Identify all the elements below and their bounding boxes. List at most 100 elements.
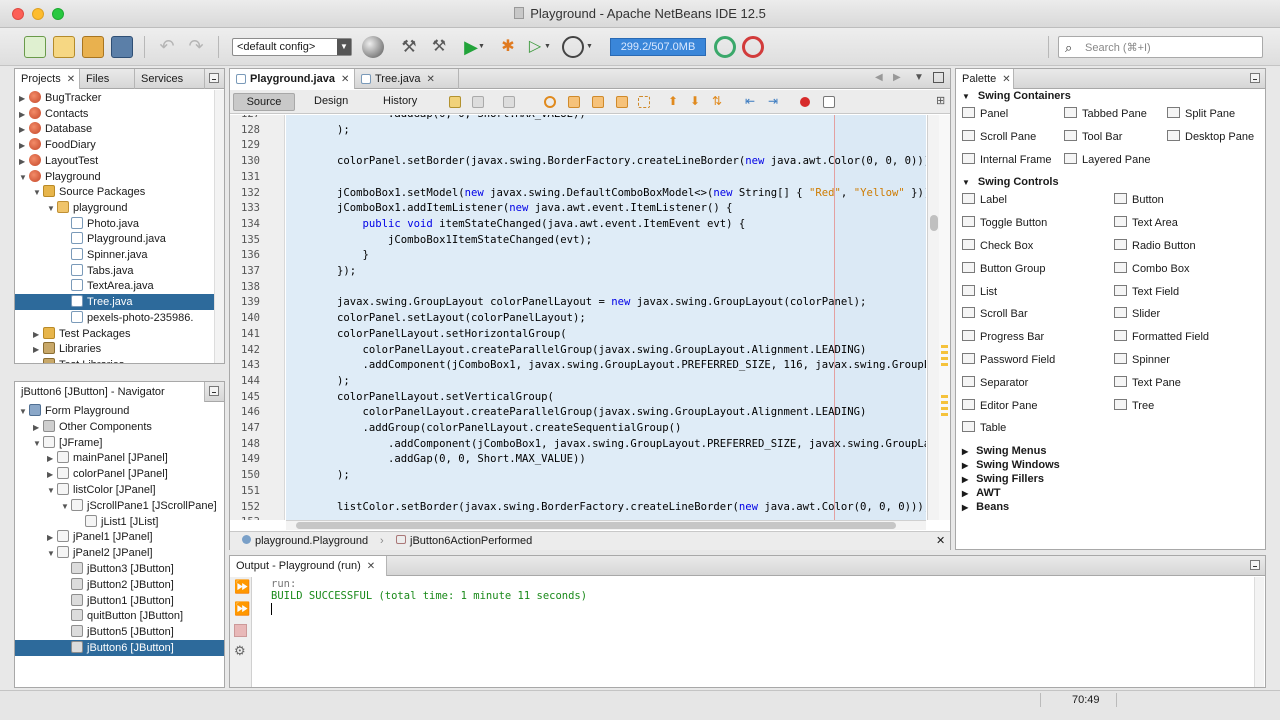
- stripe-mark[interactable]: [941, 357, 948, 360]
- error-stripe[interactable]: [939, 115, 950, 520]
- tree-item[interactable]: ▶ Other Components: [15, 419, 224, 435]
- tree-item[interactable]: Playground.java: [15, 231, 214, 247]
- tab-playground-java[interactable]: Playground.java ✕: [230, 69, 355, 89]
- breadcrumb-method[interactable]: jButton6ActionPerformed: [396, 535, 532, 547]
- expanded-triangle-icon[interactable]: ▼: [962, 92, 970, 101]
- palette-item[interactable]: Tool Bar: [1064, 129, 1122, 145]
- chevron-down-icon[interactable]: ▼: [478, 36, 488, 58]
- collapsed-triangle-icon[interactable]: ▶: [47, 530, 57, 546]
- tree-item[interactable]: ▶ FoodDiary: [15, 137, 214, 153]
- configuration-select[interactable]: <default config> ▼: [232, 38, 352, 56]
- expanded-triangle-icon[interactable]: ▼: [47, 201, 57, 217]
- palette-item[interactable]: Separator: [962, 375, 1028, 391]
- toggle-highlight-icon[interactable]: [616, 96, 628, 108]
- maximize-window-icon[interactable]: [933, 72, 944, 83]
- settings-icon[interactable]: ⚙: [234, 644, 247, 658]
- gc-icon[interactable]: [714, 36, 736, 58]
- palette-item[interactable]: Internal Frame: [962, 152, 1052, 168]
- collapsed-triangle-icon[interactable]: ▶: [47, 467, 57, 483]
- forward-icon[interactable]: [503, 96, 515, 108]
- find-icon[interactable]: [544, 96, 556, 108]
- palette-category[interactable]: ▶ Swing Fillers: [962, 473, 1044, 487]
- debug-icon[interactable]: ✱: [497, 36, 519, 58]
- editor-vertical-scrollbar[interactable]: [927, 115, 939, 520]
- tree-item[interactable]: ▼ jPanel2 [JPanel]: [15, 545, 224, 561]
- shift-left-icon[interactable]: ⇤: [745, 95, 757, 108]
- tree-item[interactable]: Photo.java: [15, 216, 214, 232]
- palette-item[interactable]: List: [962, 284, 997, 300]
- open-project-icon[interactable]: [82, 36, 104, 58]
- expanded-triangle-icon[interactable]: ▼: [19, 170, 29, 186]
- tree-item[interactable]: ▶ colorPanel [JPanel]: [15, 466, 224, 482]
- tree-item[interactable]: ▼ jScrollPane1 [JScrollPane]: [15, 498, 224, 514]
- collapsed-triangle-icon[interactable]: ▶: [962, 475, 968, 484]
- tab-services[interactable]: Services: [135, 69, 205, 89]
- tree-item[interactable]: ▶ mainPanel [JPanel]: [15, 450, 224, 466]
- palette-item[interactable]: Slider: [1114, 306, 1160, 322]
- expanded-triangle-icon[interactable]: ▼: [962, 178, 970, 187]
- palette-item[interactable]: Scroll Bar: [962, 306, 1028, 322]
- collapsed-triangle-icon[interactable]: ▶: [962, 461, 968, 470]
- palette-category[interactable]: ▶ Swing Windows: [962, 459, 1060, 473]
- collapsed-triangle-icon[interactable]: ▶: [33, 358, 43, 363]
- close-icon[interactable]: ✕: [936, 534, 945, 547]
- tree-item[interactable]: pexels-photo-235986.: [15, 310, 214, 326]
- caret-position[interactable]: 70:49: [1072, 694, 1100, 706]
- palette-item[interactable]: Spinner: [1114, 352, 1170, 368]
- stripe-mark[interactable]: [941, 345, 948, 348]
- collapsed-triangle-icon[interactable]: ▶: [962, 447, 968, 456]
- tree-item[interactable]: ▶ Database: [15, 121, 214, 137]
- tree-item[interactable]: jButton2 [JButton]: [15, 577, 224, 593]
- toggle-bookmark-icon[interactable]: ⇅: [712, 95, 724, 108]
- profile-icon[interactable]: [562, 36, 584, 58]
- palette-item[interactable]: Toggle Button: [962, 215, 1047, 231]
- tree-item[interactable]: ▼ Playground: [15, 169, 214, 185]
- undo-icon[interactable]: ↶: [156, 36, 178, 58]
- tab-files[interactable]: Files: [80, 69, 135, 89]
- tab-navigator[interactable]: jButton6 [JButton] - Navigator: [15, 382, 205, 402]
- palette-category[interactable]: ▶ Swing Menus: [962, 445, 1046, 459]
- output-scrollbar[interactable]: [1254, 577, 1264, 687]
- scroll-tabs-left-icon[interactable]: ◀: [875, 72, 883, 83]
- tree-item[interactable]: Tree.java: [15, 294, 214, 311]
- clean-build-icon[interactable]: ⚒: [428, 36, 450, 58]
- show-opened-documents-icon[interactable]: ▼: [914, 72, 924, 83]
- save-all-icon[interactable]: [111, 36, 133, 58]
- stripe-mark[interactable]: [941, 363, 948, 366]
- stripe-mark[interactable]: [941, 351, 948, 354]
- palette-item[interactable]: Tabbed Pane: [1064, 106, 1147, 122]
- stop-macro-icon[interactable]: [823, 96, 835, 108]
- scroll-thumb[interactable]: [296, 522, 896, 529]
- palette-item[interactable]: Formatted Field: [1114, 329, 1209, 345]
- minimize-panel-button[interactable]: [209, 386, 219, 396]
- scroll-thumb[interactable]: [930, 215, 938, 231]
- minimize-panel-button[interactable]: [209, 73, 219, 83]
- minimize-panel-button[interactable]: [1250, 73, 1260, 83]
- tree-item[interactable]: ▶ Test Packages: [15, 326, 214, 342]
- memory-usage-indicator[interactable]: 299.2/507.0MB: [610, 38, 706, 56]
- collapsed-triangle-icon[interactable]: ▶: [33, 420, 43, 436]
- tree-item[interactable]: ▼ Source Packages: [15, 184, 214, 200]
- tree-item[interactable]: Spinner.java: [15, 247, 214, 263]
- collapsed-triangle-icon[interactable]: ▶: [47, 451, 57, 467]
- stop-icon[interactable]: [234, 624, 247, 637]
- tree-item[interactable]: jList1 [JList]: [15, 514, 224, 530]
- toggle-rectangular-selection-icon[interactable]: [638, 96, 650, 108]
- rerun-icon[interactable]: ⏩: [234, 580, 250, 594]
- expanded-triangle-icon[interactable]: ▼: [47, 483, 57, 499]
- palette-item[interactable]: Radio Button: [1114, 238, 1196, 254]
- close-icon[interactable]: ✕: [367, 561, 375, 572]
- chevron-down-icon[interactable]: ▼: [544, 36, 554, 58]
- tree-item[interactable]: ▶ BugTracker: [15, 90, 214, 106]
- search-input[interactable]: ⌕ Search (⌘+I): [1058, 36, 1263, 58]
- tree-item[interactable]: jButton3 [JButton]: [15, 561, 224, 577]
- palette-item[interactable]: Button Group: [962, 261, 1045, 277]
- tree-item[interactable]: ▼ playground: [15, 200, 214, 216]
- tree-item[interactable]: jButton5 [JButton]: [15, 624, 224, 640]
- shift-right-icon[interactable]: ⇥: [768, 95, 780, 108]
- palette-item[interactable]: Check Box: [962, 238, 1033, 254]
- last-edit-icon[interactable]: [449, 96, 461, 108]
- redo-icon[interactable]: ↷: [185, 36, 207, 58]
- minimize-panel-button[interactable]: [1250, 560, 1260, 570]
- find-next-icon[interactable]: [592, 96, 604, 108]
